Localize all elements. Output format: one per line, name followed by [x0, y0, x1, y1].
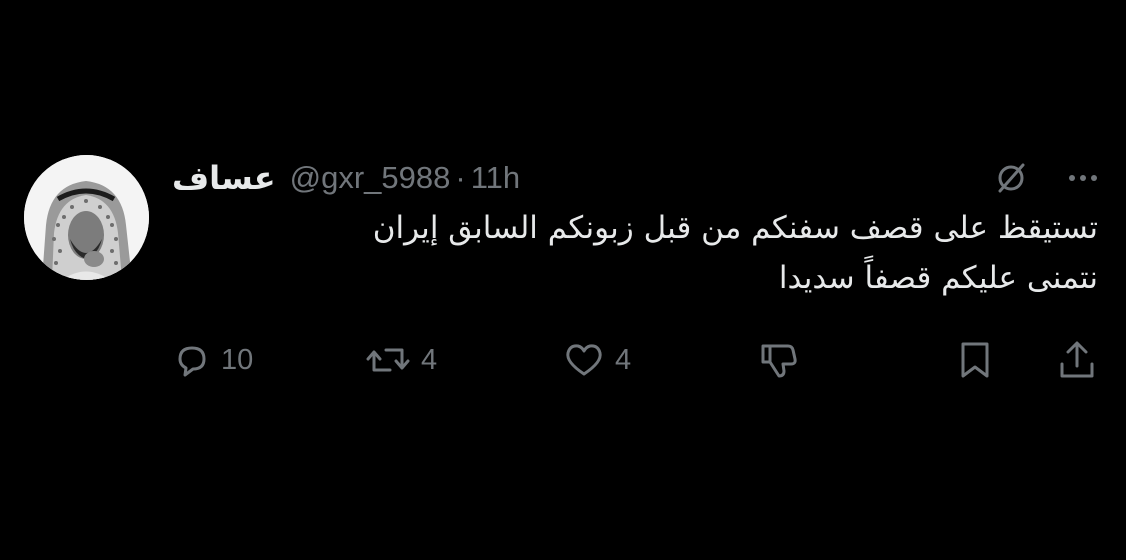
- more-icon[interactable]: [1064, 159, 1102, 197]
- reply-button[interactable]: 10: [172, 337, 253, 383]
- tweet-timestamp[interactable]: 11h: [471, 160, 520, 196]
- heart-icon: [562, 340, 606, 380]
- like-button[interactable]: 4: [562, 337, 631, 383]
- reply-count: 10: [221, 343, 254, 376]
- repost-icon: [364, 340, 412, 380]
- share-icon: [1056, 338, 1098, 382]
- repost-button[interactable]: 4: [364, 337, 437, 383]
- separator-dot: ·: [455, 160, 466, 195]
- author-display-name[interactable]: عساف: [172, 159, 276, 197]
- like-count: 4: [615, 343, 632, 376]
- tweet-top-actions: [992, 158, 1102, 198]
- share-button[interactable]: [1056, 337, 1098, 383]
- tweet-header: عساف @gxr_5988 · 11h: [172, 158, 520, 198]
- bookmark-icon: [956, 339, 994, 381]
- dislike-button[interactable]: [756, 337, 800, 383]
- bookmark-button[interactable]: [956, 337, 994, 383]
- tweet-actions: 10 4 4: [0, 337, 1126, 383]
- reply-icon: [172, 340, 212, 380]
- avatar[interactable]: [24, 155, 149, 280]
- dislike-icon: [756, 338, 800, 382]
- repost-count: 4: [421, 343, 438, 376]
- author-handle[interactable]: @gxr_5988: [290, 160, 451, 196]
- slash-circle-icon[interactable]: [992, 159, 1030, 197]
- tweet-text: تستيقظ على قصف سفنكم من قبل زبونكم الساب…: [372, 210, 1098, 296]
- tweet[interactable]: عساف @gxr_5988 · 11h تستيقظ على قصف سفنك…: [0, 0, 1126, 560]
